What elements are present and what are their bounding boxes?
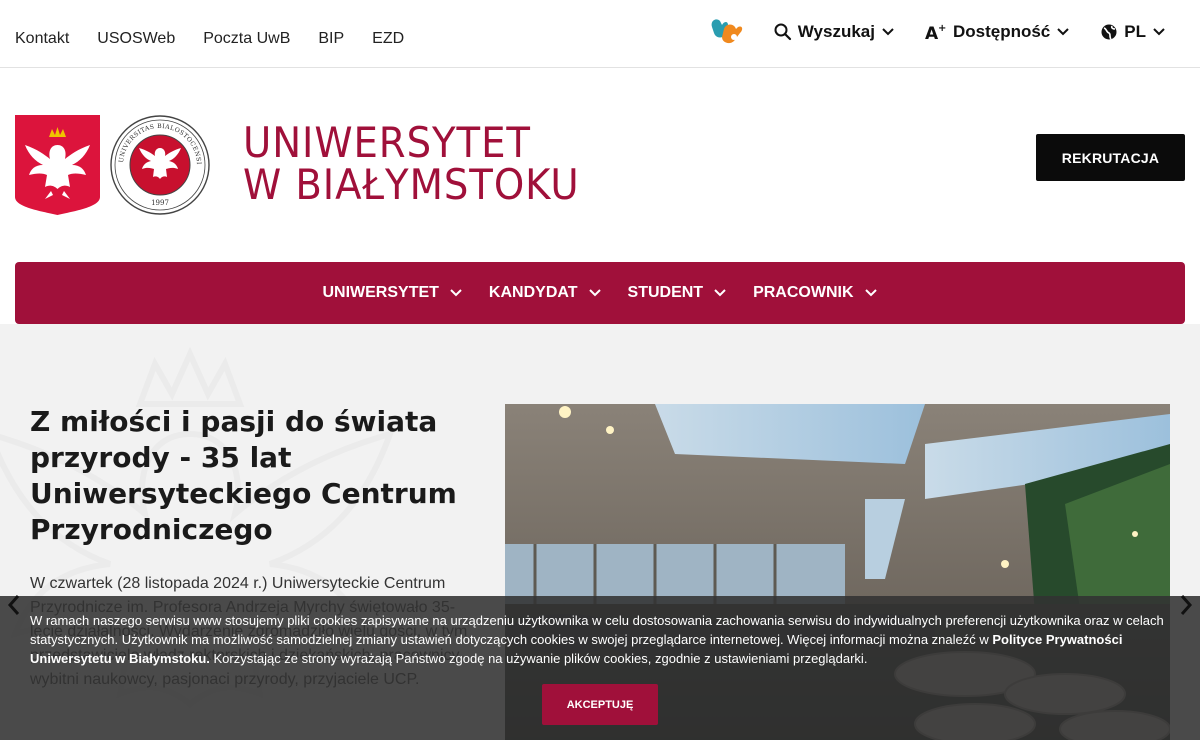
nav-item-label: PRACOWNIK <box>753 284 854 301</box>
slider-prev-button[interactable] <box>3 590 25 620</box>
language-toggle[interactable]: PL <box>1100 22 1166 42</box>
svg-text:+: + <box>938 23 946 34</box>
university-name[interactable]: UNIWERSYTET W BIAŁYMSTOKU <box>243 122 609 206</box>
search-icon <box>774 23 791 41</box>
university-seal-icon[interactable]: 1997 UNIVERSITAS BIALOSTOCENSIS <box>109 114 211 216</box>
seal-year: 1997 <box>151 199 169 207</box>
nav-item-uniwersytet[interactable]: UNIWERSYTET <box>322 284 462 302</box>
link-kontakt[interactable]: Kontakt <box>15 30 69 48</box>
slider-next-button[interactable] <box>1175 590 1197 620</box>
top-bar: Kontakt USOSWeb Poczta UwB BIP EZD Wyszu… <box>0 0 1200 68</box>
sign-language-icon[interactable] <box>706 13 746 52</box>
chevron-down-icon <box>864 289 877 297</box>
university-name-line1: UNIWERSYTET <box>243 118 531 167</box>
chevron-down-icon <box>588 289 601 297</box>
link-poczta[interactable]: Poczta UwB <box>203 30 290 48</box>
accessibility-label: Dostępność <box>952 22 1051 41</box>
chevron-down-icon <box>450 289 462 297</box>
cookie-banner: W ramach naszego serwisu www stosujemy p… <box>0 596 1200 740</box>
cookie-text: W ramach naszego serwisu www stosujemy p… <box>30 611 1170 668</box>
chevron-left-icon <box>7 595 20 615</box>
main-navigation: UNIWERSYTET KANDYDAT STUDENT PRACOWNIK <box>15 262 1185 324</box>
nav-item-student[interactable]: STUDENT <box>628 284 728 302</box>
search-toggle[interactable]: Wyszukaj <box>774 22 895 42</box>
accessibility-toggle[interactable]: A + Dostępność <box>925 22 1070 42</box>
link-usosweb[interactable]: USOSWeb <box>97 30 175 48</box>
link-bip[interactable]: BIP <box>318 30 344 48</box>
nav-item-label: STUDENT <box>627 284 704 301</box>
search-label: Wyszukaj <box>797 22 875 41</box>
svg-text:A: A <box>925 24 939 42</box>
link-ezd[interactable]: EZD <box>372 30 404 48</box>
nav-item-pracownik[interactable]: PRACOWNIK <box>753 284 877 302</box>
font-size-icon: A + <box>925 23 946 42</box>
language-label: PL <box>1124 22 1146 41</box>
cookie-accept-button[interactable]: AKCEPTUJĘ <box>542 684 658 725</box>
nav-item-label: UNIWERSYTET <box>322 284 439 301</box>
cookie-text-part2: Korzystając ze strony wyrażają Państwo z… <box>209 651 868 666</box>
chevron-down-icon <box>1153 28 1165 36</box>
recruitment-button[interactable]: REKRUTACJA <box>1036 134 1185 181</box>
news-title[interactable]: Z miłości i pasji do świata przyrody - 3… <box>30 404 480 548</box>
university-name-line2: W BIAŁYMSTOKU <box>243 160 580 209</box>
utility-links: Kontakt USOSWeb Poczta UwB BIP EZD <box>15 30 404 48</box>
site-header: 1997 UNIVERSITAS BIALOSTOCENSIS UNIWERSY… <box>0 69 1200 261</box>
poland-emblem-icon[interactable] <box>15 115 100 215</box>
nav-item-kandydat[interactable]: KANDYDAT <box>489 284 602 302</box>
chevron-down-icon <box>714 289 726 297</box>
utility-actions: Wyszukaj A + Dostępność PL <box>706 18 1166 46</box>
globe-icon <box>1101 24 1117 40</box>
chevron-right-icon <box>1180 595 1193 615</box>
chevron-down-icon <box>1057 28 1069 36</box>
nav-item-label: KANDYDAT <box>488 284 578 301</box>
chevron-down-icon <box>882 28 894 36</box>
